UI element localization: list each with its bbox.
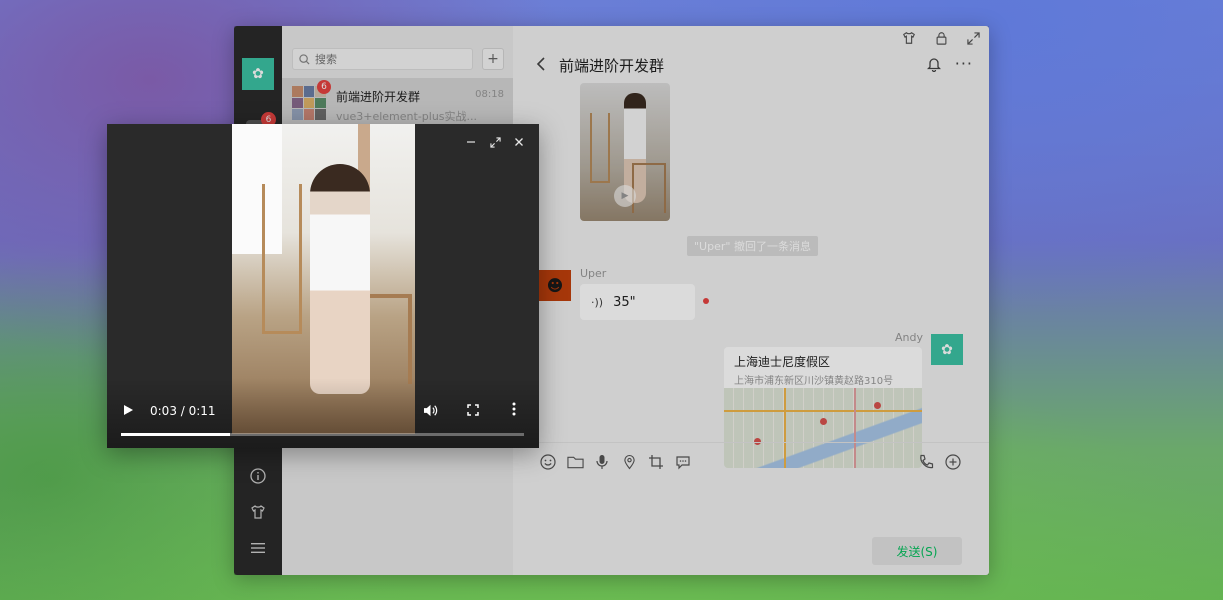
session-item[interactable]: 6 前端进阶开发群 08:18 vue3+element-plus实战... [282,78,513,126]
emoji-icon[interactable] [539,453,557,471]
search-input[interactable] [315,52,455,66]
maximize-icon[interactable] [965,30,981,46]
search-box[interactable] [292,48,473,70]
skin-icon[interactable] [901,30,917,46]
comment-icon[interactable] [674,453,692,471]
folder-icon[interactable] [566,453,584,471]
chat-header: 前端进阶开发群 ··· [513,50,989,82]
more-options-icon[interactable] [512,402,516,420]
player-control-bar: 0:03 / 0:11 [107,378,539,448]
sender-name: Andy [895,331,923,344]
minimize-icon[interactable] [465,136,477,148]
chat-panel: 前端进阶开发群 ··· ▶ "Uper" 撤回了一条消息 ☻ Uper ·)) … [513,26,989,575]
video-player[interactable]: 0:03 / 0:11 [107,124,539,448]
progress-fill [121,433,230,436]
back-icon[interactable] [535,56,547,76]
add-circle-icon[interactable] [944,453,962,471]
volume-icon[interactable] [423,404,438,421]
window-controls [901,30,981,46]
uper-avatar[interactable]: ☻ [539,270,571,301]
info-icon[interactable] [248,466,268,486]
voice-wave-icon: ·)) [591,295,604,309]
microphone-icon[interactable] [593,453,611,471]
player-window-controls [465,136,525,148]
video-message-thumbnail[interactable]: ▶ [580,83,670,221]
voice-duration: 35" [613,294,636,310]
more-icon[interactable]: ··· [955,54,973,73]
chat-title: 前端进阶开发群 [559,57,665,75]
expand-icon[interactable] [489,136,501,148]
andy-avatar[interactable]: ✿ [931,334,963,365]
send-button[interactable]: 发送(S) [872,537,962,565]
search-icon [299,53,310,65]
fullscreen-icon[interactable] [467,404,479,420]
progress-bar[interactable] [121,433,524,436]
recall-notice: "Uper" 撤回了一条消息 [687,236,818,256]
add-button[interactable]: + [482,48,504,70]
location-title: 上海迪士尼度假区 [734,355,831,369]
location-address: 上海市浦东新区川沙镇黄赵路310号 [734,376,894,387]
lock-icon[interactable] [933,30,949,46]
user-avatar[interactable]: ✿ [242,58,274,90]
session-unread-badge: 6 [317,80,331,94]
location-icon[interactable] [620,453,638,471]
session-name: 前端进阶开发群 [336,90,421,104]
menu-icon[interactable] [248,538,268,558]
session-time: 08:18 [475,89,504,100]
sender-name: Uper [580,267,607,280]
crop-icon[interactable] [647,453,665,471]
play-icon[interactable] [123,404,134,420]
input-toolbar [513,442,989,478]
tshirt-icon[interactable] [248,502,268,522]
phone-icon[interactable] [917,453,935,471]
voice-message[interactable]: ·)) 35" [580,284,695,320]
session-last-message: vue3+element-plus实战... [336,110,478,123]
close-icon[interactable] [513,136,525,148]
play-icon[interactable]: ▶ [614,185,636,207]
bell-icon[interactable] [926,56,942,76]
playback-time: 0:03 / 0:11 [150,404,216,418]
voice-unread-dot [703,298,709,304]
